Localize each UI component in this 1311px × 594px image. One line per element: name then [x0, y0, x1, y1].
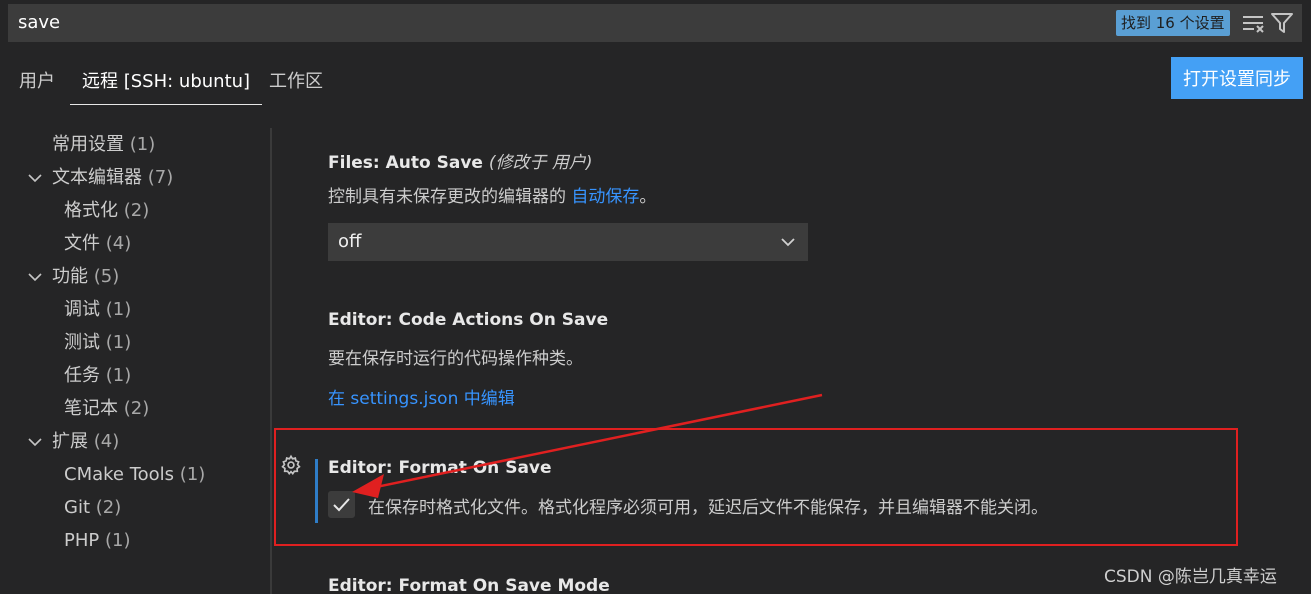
setting-title-code-actions: Editor: Code Actions On Save — [328, 310, 609, 330]
highlight-annotation-box — [274, 428, 1238, 546]
toc-item-testing[interactable]: 测试 (1) — [64, 328, 131, 358]
tab-workspace[interactable]: 工作区 — [269, 58, 323, 105]
toc-item-notebook[interactable]: 笔记本 (2) — [64, 394, 149, 424]
setting-title-auto-save: Files: Auto Save (修改于 用户) — [328, 153, 593, 173]
chevron-down-icon — [780, 234, 796, 250]
toc-item-text-editor[interactable]: 文本编辑器 (7) — [52, 163, 173, 193]
watermark: CSDN @陈岂几真幸运 — [1104, 567, 1277, 587]
chevron-down-icon[interactable] — [27, 434, 43, 450]
setting-desc-auto-save: 控制具有未保存更改的编辑器的 自动保存。 — [328, 187, 657, 207]
search-input[interactable] — [18, 4, 918, 42]
toc-item-php[interactable]: PHP (1) — [64, 526, 130, 556]
search-result-count: 找到 16 个设置 — [1116, 10, 1230, 36]
focus-indicator-bar — [315, 459, 318, 523]
chevron-down-icon[interactable] — [27, 170, 43, 186]
filter-icon[interactable] — [1270, 12, 1294, 34]
settings-toc: 常用设置 (1) 文本编辑器 (7) 格式化 (2) 文件 (4) 功能 (5)… — [0, 128, 272, 594]
tab-remote[interactable]: 远程 [SSH: ubuntu] — [70, 58, 263, 105]
tab-user[interactable]: 用户 — [19, 58, 55, 105]
setting-desc-code-actions: 要在保存时运行的代码操作种类。 — [328, 349, 583, 369]
auto-save-link[interactable]: 自动保存 — [571, 187, 639, 207]
toc-item-tasks[interactable]: 任务 (1) — [64, 361, 131, 391]
settings-list: Files: Auto Save (修改于 用户) 控制具有未保存更改的编辑器的… — [272, 128, 1311, 594]
toc-item-debug[interactable]: 调试 (1) — [64, 295, 131, 325]
auto-save-select[interactable]: off — [328, 223, 808, 261]
format-on-save-checkbox[interactable] — [328, 491, 355, 518]
toc-item-common[interactable]: 常用设置 (1) — [52, 130, 155, 160]
clear-filter-icon[interactable] — [1242, 12, 1266, 34]
modified-indicator[interactable]: (修改于 用户) — [489, 153, 593, 173]
toc-item-cmake-tools[interactable]: CMake Tools (1) — [64, 460, 205, 490]
setting-title-format-on-save: Editor: Format On Save — [328, 458, 552, 478]
search-bar: 找到 16 个设置 — [8, 4, 1302, 42]
toc-item-git[interactable]: Git (2) — [64, 493, 121, 523]
setting-title-format-on-save-mode: Editor: Format On Save Mode — [328, 576, 610, 594]
setting-desc-format-on-save: 在保存时格式化文件。格式化程序必须可用，延迟后文件不能保存，并且编辑器不能关闭。 — [368, 498, 1048, 518]
toc-item-extensions[interactable]: 扩展 (4) — [52, 427, 119, 457]
toc-item-formatting[interactable]: 格式化 (2) — [64, 196, 149, 226]
settings-scope-tabs: 用户 远程 [SSH: ubuntu] 工作区 — [0, 58, 1311, 106]
edit-in-settings-json-link[interactable]: 在 settings.json 中编辑 — [328, 384, 515, 409]
toc-item-files[interactable]: 文件 (4) — [64, 229, 131, 259]
toc-item-features[interactable]: 功能 (5) — [52, 262, 119, 292]
settings-sync-button[interactable]: 打开设置同步 — [1171, 57, 1303, 99]
chevron-down-icon[interactable] — [27, 269, 43, 285]
gear-icon[interactable] — [280, 454, 302, 476]
